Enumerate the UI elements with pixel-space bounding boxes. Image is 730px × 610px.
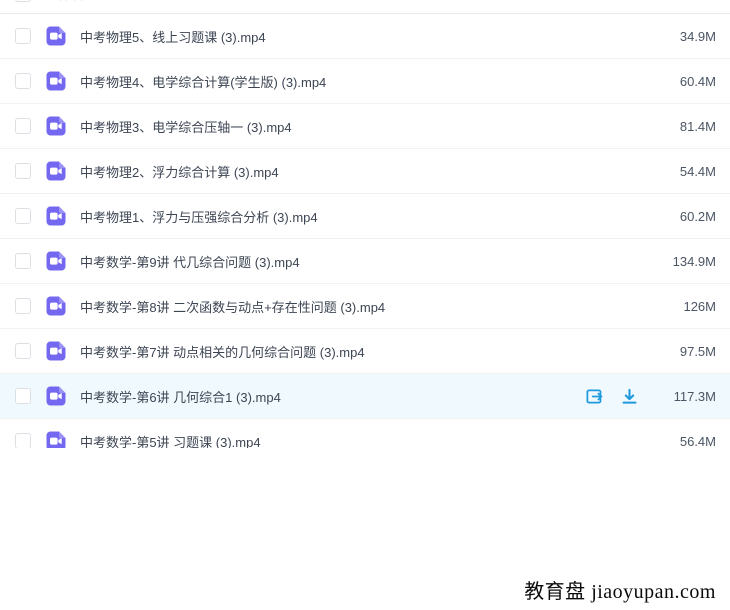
file-size: 134.9M bbox=[654, 254, 716, 269]
file-list-viewport: 文件名 大小 中考物理5、线上习题课 (3).mp4 bbox=[0, 0, 730, 448]
file-name[interactable]: 中考物理5、线上习题课 (3).mp4 bbox=[80, 27, 654, 46]
file-name[interactable]: 中考数学-第9讲 代几综合问题 (3).mp4 bbox=[80, 252, 654, 271]
list-header: 文件名 大小 bbox=[0, 0, 730, 14]
file-row[interactable]: 中考数学-第8讲 二次函数与动点+存在性问题 (3).mp4 126M bbox=[0, 284, 730, 329]
file-name[interactable]: 中考数学-第6讲 几何综合1 (3).mp4 bbox=[80, 387, 583, 406]
file-row[interactable]: 中考数学-第7讲 动点相关的几何综合问题 (3).mp4 97.5M bbox=[0, 329, 730, 374]
row-checkbox[interactable] bbox=[15, 73, 31, 89]
file-name[interactable]: 中考物理3、电学综合压轴一 (3).mp4 bbox=[80, 117, 654, 136]
file-row[interactable]: 中考物理1、浮力与压强综合分析 (3).mp4 60.2M bbox=[0, 194, 730, 239]
video-file-icon bbox=[44, 24, 68, 48]
video-file-icon bbox=[44, 429, 68, 448]
download-icon[interactable] bbox=[619, 386, 640, 407]
file-row[interactable]: 中考数学-第5讲 习题课 (3).mp4 56.4M bbox=[0, 419, 730, 448]
file-row[interactable]: 中考物理4、电学综合计算(学生版) (3).mp4 60.4M bbox=[0, 59, 730, 104]
video-file-icon bbox=[44, 204, 68, 228]
select-all-checkbox[interactable] bbox=[15, 0, 31, 2]
watermark: 教育盘 jiaoyupan.com bbox=[524, 575, 716, 604]
row-checkbox[interactable] bbox=[15, 253, 31, 269]
video-file-icon bbox=[44, 384, 68, 408]
file-size: 117.3M bbox=[654, 389, 716, 404]
file-size: 97.5M bbox=[654, 344, 716, 359]
file-size: 60.4M bbox=[654, 74, 716, 89]
file-name[interactable]: 中考数学-第8讲 二次函数与动点+存在性问题 (3).mp4 bbox=[80, 297, 654, 316]
file-size: 56.4M bbox=[654, 434, 716, 449]
file-size: 60.2M bbox=[654, 209, 716, 224]
row-checkbox[interactable] bbox=[15, 28, 31, 44]
row-checkbox[interactable] bbox=[15, 298, 31, 314]
file-name[interactable]: 中考数学-第5讲 习题课 (3).mp4 bbox=[80, 432, 654, 449]
file-size: 54.4M bbox=[654, 164, 716, 179]
file-row[interactable]: 中考物理5、线上习题课 (3).mp4 34.9M bbox=[0, 14, 730, 59]
video-file-icon bbox=[44, 114, 68, 138]
row-checkbox[interactable] bbox=[15, 388, 31, 404]
video-file-icon bbox=[44, 339, 68, 363]
row-checkbox[interactable] bbox=[15, 433, 31, 448]
file-size: 81.4M bbox=[654, 119, 716, 134]
file-row[interactable]: 中考数学-第6讲 几何综合1 (3).mp4 117.3M bbox=[0, 374, 730, 419]
video-file-icon bbox=[44, 249, 68, 273]
file-name[interactable]: 中考物理2、浮力综合计算 (3).mp4 bbox=[80, 162, 654, 181]
video-file-icon bbox=[44, 294, 68, 318]
watermark-domain: jiaoyupan.com bbox=[591, 581, 716, 603]
file-list: 文件名 大小 中考物理5、线上习题课 (3).mp4 bbox=[0, 0, 730, 448]
file-row[interactable]: 中考物理3、电学综合压轴一 (3).mp4 81.4M bbox=[0, 104, 730, 149]
video-file-icon bbox=[44, 69, 68, 93]
column-header-size[interactable]: 大小 bbox=[654, 0, 716, 3]
row-checkbox[interactable] bbox=[15, 163, 31, 179]
row-checkbox[interactable] bbox=[15, 208, 31, 224]
file-name[interactable]: 中考物理1、浮力与压强综合分析 (3).mp4 bbox=[80, 207, 654, 226]
file-row[interactable]: 中考数学-第9讲 代几综合问题 (3).mp4 134.9M bbox=[0, 239, 730, 284]
file-name[interactable]: 中考物理4、电学综合计算(学生版) (3).mp4 bbox=[80, 72, 654, 91]
file-row[interactable]: 中考物理2、浮力综合计算 (3).mp4 54.4M bbox=[0, 149, 730, 194]
file-name[interactable]: 中考数学-第7讲 动点相关的几何综合问题 (3).mp4 bbox=[80, 342, 654, 361]
column-header-filename[interactable]: 文件名 bbox=[45, 0, 654, 3]
file-size: 34.9M bbox=[654, 29, 716, 44]
video-file-icon bbox=[44, 159, 68, 183]
save-to-drive-icon[interactable] bbox=[583, 386, 604, 407]
row-checkbox[interactable] bbox=[15, 118, 31, 134]
row-checkbox[interactable] bbox=[15, 343, 31, 359]
watermark-site-name: 教育盘 bbox=[524, 581, 586, 603]
file-size: 126M bbox=[654, 299, 716, 314]
row-actions bbox=[583, 386, 640, 407]
